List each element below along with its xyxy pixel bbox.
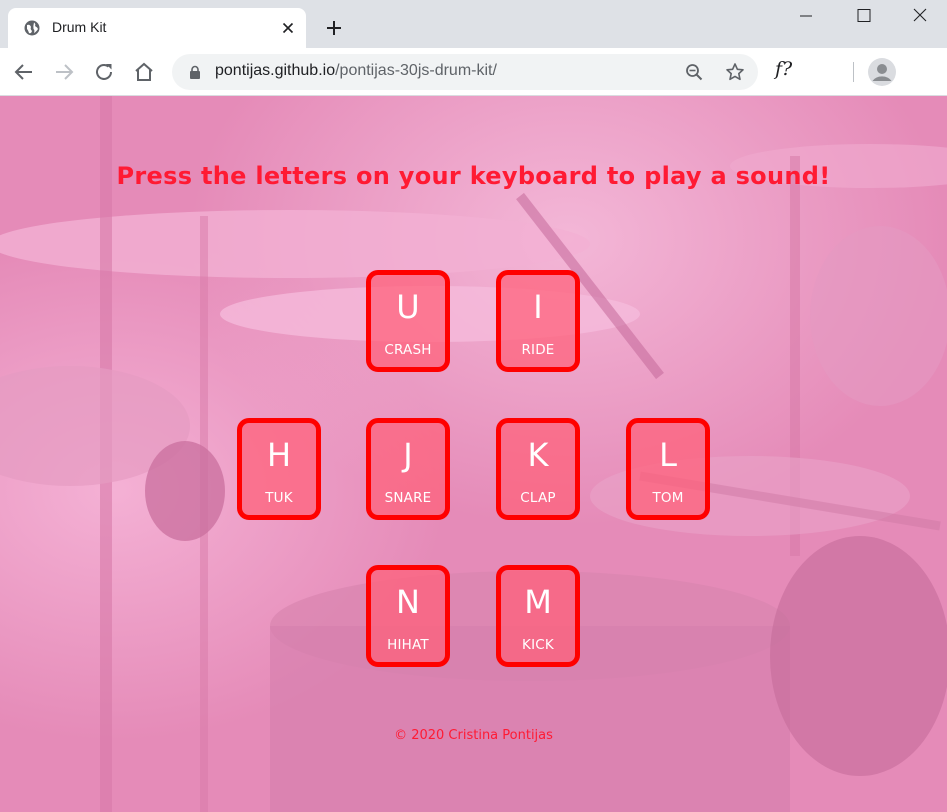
close-window-icon[interactable]	[897, 0, 943, 32]
browser-toolbar: pontijas.github.io/pontijas-30js-drum-ki…	[0, 48, 947, 96]
drum-key-u[interactable]: U CRASH	[366, 270, 450, 372]
profile-avatar-icon[interactable]	[868, 58, 896, 86]
key-sound-label: HIHAT	[387, 637, 429, 653]
lock-icon[interactable]	[188, 65, 202, 79]
drum-kit-background-image	[0, 96, 947, 812]
tab-strip: Drum Kit	[0, 0, 947, 48]
key-sound-label: TOM	[652, 490, 684, 506]
page-headline: Press the letters on your keyboard to pl…	[116, 162, 831, 190]
key-letter: M	[524, 583, 552, 621]
reload-icon[interactable]	[92, 60, 116, 84]
close-tab-icon[interactable]	[280, 20, 296, 36]
tab-title: Drum Kit	[52, 19, 107, 35]
key-sound-label: CRASH	[384, 342, 432, 358]
key-sound-label: SNARE	[384, 490, 432, 506]
minimize-icon[interactable]	[783, 0, 829, 32]
browser-tab[interactable]: Drum Kit	[8, 8, 306, 48]
back-arrow-icon[interactable]	[12, 60, 36, 84]
extension-icon[interactable]: f?	[775, 58, 792, 80]
key-sound-label: TUK	[265, 490, 293, 506]
drum-key-n[interactable]: N HIHAT	[366, 565, 450, 667]
bookmark-star-icon[interactable]	[725, 62, 745, 82]
address-bar[interactable]: pontijas.github.io/pontijas-30js-drum-ki…	[172, 54, 758, 90]
zoom-out-icon[interactable]	[685, 63, 703, 81]
drum-key-m[interactable]: M KICK	[496, 565, 580, 667]
key-letter: H	[266, 436, 292, 474]
url-text[interactable]: pontijas.github.io/pontijas-30js-drum-ki…	[215, 62, 497, 80]
key-letter: L	[659, 436, 677, 474]
key-letter: U	[396, 288, 420, 326]
drum-key-l[interactable]: L TOM	[626, 418, 710, 520]
home-icon[interactable]	[132, 60, 156, 84]
toolbar-divider	[853, 62, 854, 82]
key-sound-label: RIDE	[521, 342, 555, 358]
copyright-footer: © 2020 Cristina Pontijas	[394, 728, 553, 743]
key-sound-label: KICK	[522, 637, 554, 653]
maximize-icon[interactable]	[840, 0, 886, 32]
page-content: Press the letters on your keyboard to pl…	[0, 96, 947, 812]
drum-key-k[interactable]: K CLAP	[496, 418, 580, 520]
key-letter: J	[403, 436, 413, 474]
forward-arrow-icon[interactable]	[52, 60, 76, 84]
url-host: pontijas.github.io	[215, 62, 336, 79]
drum-key-h[interactable]: H TUK	[237, 418, 321, 520]
url-path: /pontijas-30js-drum-kit/	[335, 62, 497, 79]
globe-icon	[24, 20, 40, 36]
key-sound-label: CLAP	[520, 490, 556, 506]
key-letter: I	[533, 288, 543, 326]
drum-key-i[interactable]: I RIDE	[496, 270, 580, 372]
key-letter: K	[527, 436, 549, 474]
drum-key-j[interactable]: J SNARE	[366, 418, 450, 520]
new-tab-icon[interactable]	[323, 17, 345, 39]
key-letter: N	[396, 583, 420, 621]
